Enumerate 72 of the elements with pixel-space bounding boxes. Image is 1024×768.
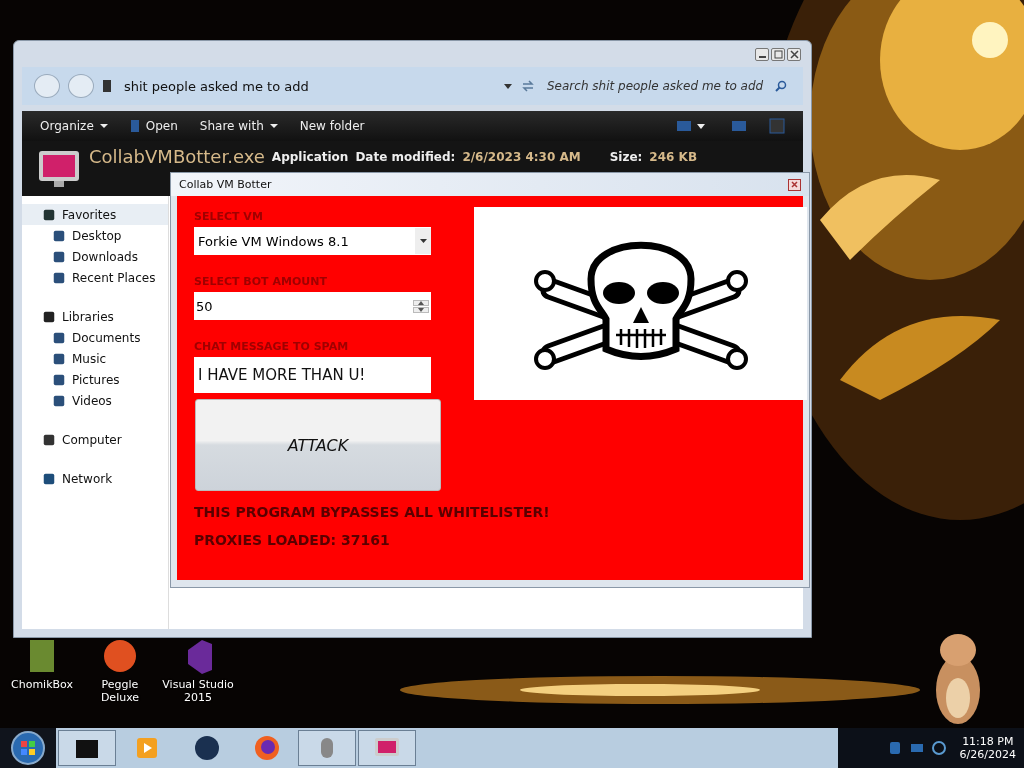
file-type: Application [271,149,349,166]
maximize-button[interactable] [771,47,785,61]
document-icon [129,119,140,133]
close-icon [789,49,799,59]
sidebar-item[interactable]: Documents [22,327,168,348]
tray-icon[interactable] [909,741,924,755]
size-value: 246 KB [649,149,698,166]
up-arrow-icon[interactable] [418,300,424,305]
folder-icon [52,393,66,408]
sidebar-item[interactable]: Downloads [22,246,168,267]
refresh-icon[interactable] [521,79,535,93]
maximize-icon [773,49,783,59]
search-field[interactable]: Search shit people asked me to add [543,77,791,95]
date-value: 2/6/2023 4:30 AM [462,149,581,166]
search-icon[interactable] [775,80,787,92]
folder-icon [52,351,66,366]
sidebar-item[interactable]: Recent Places [22,267,168,288]
down-arrow-icon[interactable] [418,307,424,312]
sidebar-item[interactable]: Pictures [22,369,168,390]
minimize-button[interactable] [755,47,769,61]
field-label: SELECT BOT AMOUNT [194,275,328,288]
vm-dropdown[interactable]: Forkie VM Windows 8.1 [194,227,431,255]
size-label: Size: [609,149,643,166]
toolbar-button[interactable]: New folder [299,117,365,135]
sidebar-item[interactable]: Computer [22,429,168,450]
sidebar-item[interactable]: Network [22,468,168,489]
tray-icon[interactable] [887,741,902,755]
caret-icon [419,239,427,243]
close-icon [791,181,798,188]
sidebar-item[interactable]: Videos [22,390,168,411]
folder-icon [52,270,66,285]
folder-icon [42,309,56,324]
sidebar-item[interactable]: Favorites [22,204,168,225]
date-label: Date modified: [355,149,456,166]
chat-message-field[interactable]: I HAVE MORE THAN U! [194,357,431,393]
sidebar-item[interactable]: Desktop [22,225,168,246]
preview-pane-icon[interactable] [731,119,747,133]
info-text: PROXIES LOADED: 37161 [194,531,390,549]
folder-icon [42,471,56,486]
toolbar-button[interactable]: Organize [40,117,108,135]
clock[interactable]: 11:18 PM 6/26/2024 [959,735,1016,761]
sidebar-item[interactable]: Libraries [22,306,168,327]
bot-amount-field[interactable]: 50 [194,292,431,320]
caret-icon [99,123,108,129]
folder-icon [102,79,112,93]
sidebar-item[interactable]: Music [22,348,168,369]
close-button[interactable] [788,178,801,191]
attack-button[interactable]: ATTACK [195,399,441,491]
toolbar-button[interactable]: Open [129,117,178,135]
minimize-icon [758,55,766,58]
field-label: CHAT MESSAGE TO SPAM [194,340,350,353]
folder-icon [52,249,66,264]
folder-icon [52,228,66,243]
folder-icon [42,207,56,222]
folder-icon [52,330,66,345]
address-field[interactable]: shit people asked me to add [120,76,495,96]
tray-icon[interactable] [931,741,946,755]
start-button[interactable] [8,730,48,766]
caret-icon [269,123,278,129]
close-button[interactable] [787,47,801,61]
taskbar-app-icon[interactable] [58,730,116,766]
toolbar-button[interactable]: Share with [199,117,278,135]
file-name: CollabVMBotter.exe [89,145,265,169]
icon-label[interactable]: Visual Studio 2015 [160,678,236,704]
info-text: THIS PROGRAM BYPASSES ALL WHITELISTER! [194,503,550,521]
icon-label[interactable]: ChomikBox [11,678,73,691]
folder-icon [52,372,66,387]
folder-icon [42,432,56,447]
dropdown-arrow-icon[interactable] [503,82,513,90]
icon-label[interactable]: Peggle Deluxe [82,678,158,704]
field-label: SELECT VM [194,210,264,223]
window-title: Collab VM Botter [179,178,272,191]
